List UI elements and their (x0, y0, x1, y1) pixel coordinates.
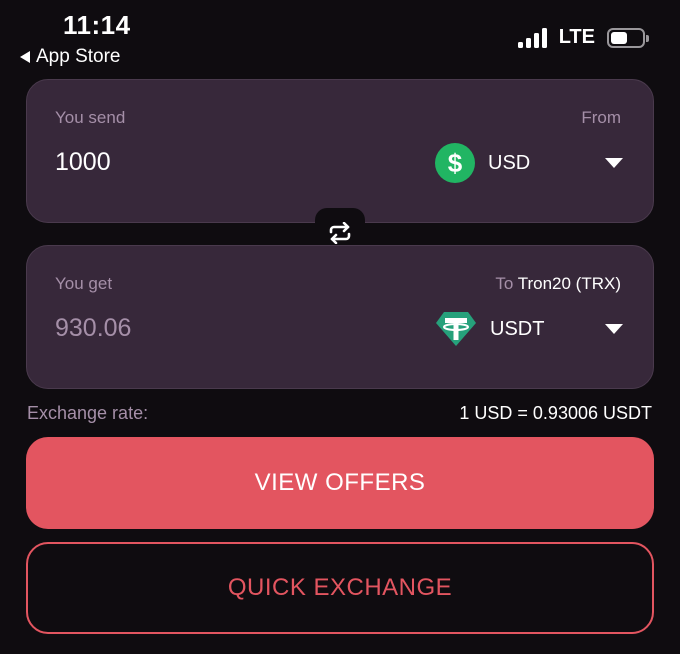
cellular-signal-icon (517, 27, 547, 48)
get-label: You get (55, 274, 113, 293)
battery-icon (607, 27, 649, 48)
dollar-coin-icon: $ (435, 143, 475, 183)
network-type: LTE (558, 26, 595, 48)
network-name: Tron20 (TRX) (517, 274, 621, 293)
status-time: 11:14 (63, 10, 131, 40)
to-network-label: To Tron20 (TRX) (495, 274, 621, 294)
back-to-app-store[interactable]: App Store (20, 46, 121, 68)
send-amount-input[interactable]: 1000 (55, 148, 111, 177)
tether-icon (436, 312, 476, 346)
send-card: You send From 1000 $ USD (26, 79, 654, 223)
swap-arrows-icon (329, 222, 351, 244)
get-currency-code: USDT (490, 317, 545, 340)
send-label: You send (55, 108, 126, 127)
send-currency-code: USD (488, 151, 531, 174)
get-currency-selector[interactable]: USDT (435, 309, 544, 349)
get-amount: 930.06 (55, 314, 132, 342)
send-currency-dropdown-icon[interactable] (605, 158, 623, 168)
back-label: App Store (36, 46, 121, 67)
view-offers-button[interactable]: VIEW OFFERS (26, 437, 654, 529)
exchange-rate-label: Exchange rate: (27, 403, 149, 423)
exchange-screen: 11:14 App Store LTE You send From 1000 $… (0, 0, 680, 654)
status-indicators: LTE (517, 26, 649, 49)
get-card: You get To Tron20 (TRX) 930.06 USDT (26, 245, 654, 389)
quick-exchange-button[interactable]: QUICK EXCHANGE (26, 542, 654, 634)
send-currency-selector[interactable]: $ USD (435, 143, 530, 183)
from-label: From (581, 108, 621, 127)
exchange-rate-value: 1 USD = 0.93006 USDT (459, 403, 652, 423)
get-currency-dropdown-icon[interactable] (605, 324, 623, 334)
back-triangle-icon (20, 51, 30, 63)
to-label: To (495, 274, 514, 293)
